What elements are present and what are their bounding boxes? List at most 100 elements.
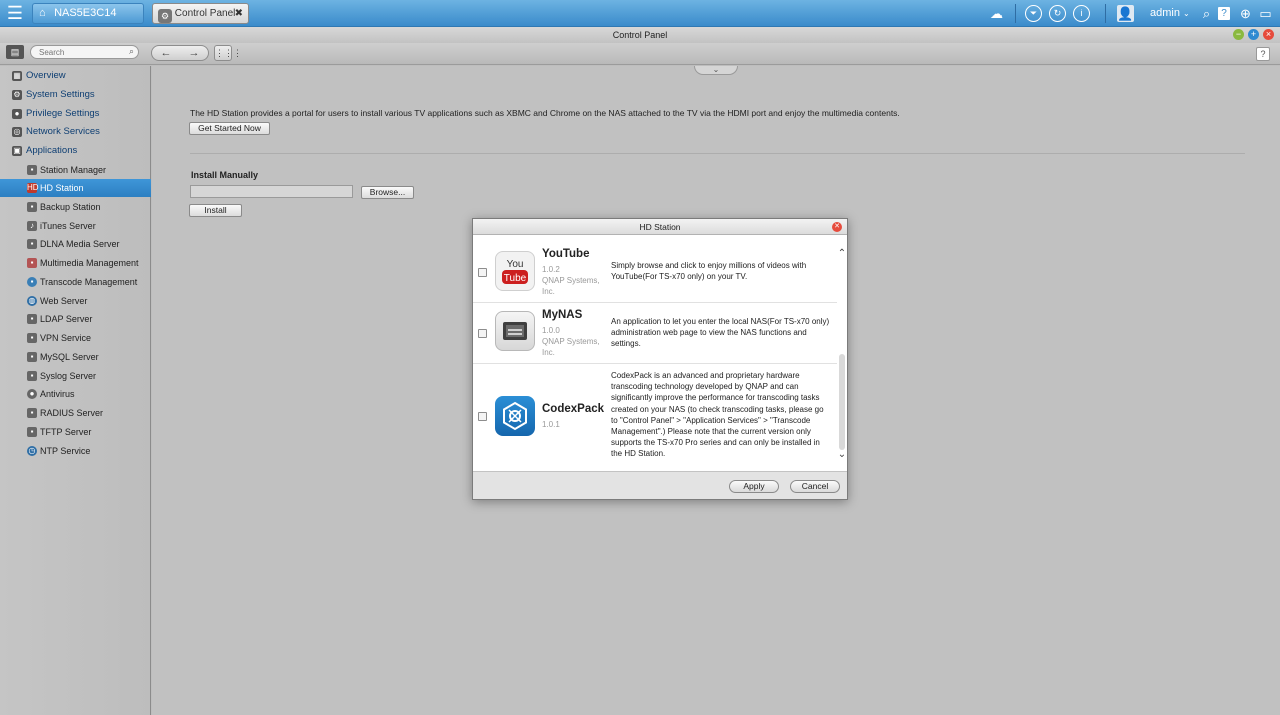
app-version: 1.0.0 (542, 326, 560, 335)
sidebar-item-mysql-server[interactable]: ▪ MySQL Server (0, 348, 151, 366)
overview-icon: ▦ (12, 71, 22, 81)
cloud-icon[interactable]: ☁ (988, 5, 1005, 22)
list-item: You Tube YouTube 1.0.2 QNAP Systems, Inc… (473, 242, 837, 303)
radius-icon: ▪ (27, 408, 37, 418)
sidebar-item-antivirus[interactable]: ● Antivirus (0, 385, 151, 403)
cancel-button[interactable]: Cancel (790, 480, 840, 493)
list-item: MyNAS 1.0.0 QNAP Systems, Inc. An applic… (473, 303, 837, 364)
search-icon[interactable]: ⌕ (129, 46, 134, 57)
control-panel-tab[interactable]: ⚙ Control Panel ✖ (152, 3, 249, 24)
sidebar-item-system-settings[interactable]: ⚙ System Settings (0, 86, 151, 104)
main-menu-icon[interactable]: ☰ (4, 3, 26, 23)
vpn-icon: ▪ (27, 333, 37, 343)
sidebar-item-web-server[interactable]: ◍ Web Server (0, 292, 151, 310)
list-item: CodexPack 1.0.1 CodexPack is an advanced… (473, 364, 837, 470)
help-icon[interactable]: ? (1256, 47, 1270, 61)
display-icon[interactable]: ▭ (1257, 5, 1274, 22)
sidebar-item-transcode-management[interactable]: ▪ Transcode Management (0, 273, 151, 291)
help-icon[interactable]: ? (1218, 7, 1230, 20)
apply-button[interactable]: Apply (729, 480, 779, 493)
install-file-input[interactable] (190, 185, 353, 198)
ntp-icon: ◷ (27, 446, 37, 456)
username: admin (1150, 7, 1180, 19)
collapse-toggle-icon[interactable]: ⌄ (694, 66, 738, 75)
sidebar-item-vpn-service[interactable]: ▪ VPN Service (0, 329, 151, 347)
station-manager-icon: ▪ (27, 165, 37, 175)
scroll-up-icon[interactable]: ⌃ (837, 249, 847, 259)
hd-station-icon: HD (27, 183, 39, 193)
window-title: Control Panel (612, 30, 668, 40)
install-button[interactable]: Install (189, 204, 242, 217)
applications-icon: ▣ (12, 146, 22, 156)
sidebar-item-dlna-media-server[interactable]: ▪ DLNA Media Server (0, 235, 151, 253)
sidebar-item-station-manager[interactable]: ▪ Station Manager (0, 161, 151, 179)
hd-station-dialog: HD Station ✕ You Tube YouTube 1.0.2 QNAP… (472, 218, 848, 500)
sidebar-item-network-services[interactable]: ◎ Network Services (0, 123, 151, 141)
mysql-icon: ▪ (27, 352, 37, 362)
maximize-icon[interactable]: + (1248, 29, 1259, 40)
hd-station-intro: The HD Station provides a portal for use… (190, 108, 900, 118)
control-panel-icon: ⚙ (158, 9, 172, 23)
search-icon[interactable]: ⌕ (1198, 5, 1215, 22)
sidebar-item-hd-station[interactable]: HD HD Station (0, 179, 151, 197)
sidebar-item-multimedia-management[interactable]: ▪ Multimedia Management (0, 254, 151, 272)
device-name: NAS5E3C14 (54, 7, 117, 19)
language-icon[interactable]: ⊕ (1237, 5, 1254, 22)
sidebar-item-radius-server[interactable]: ▪ RADIUS Server (0, 404, 151, 422)
divider (190, 153, 1245, 154)
sidebar-item-ntp-service[interactable]: ◷ NTP Service (0, 442, 151, 460)
get-started-button[interactable]: Get Started Now (189, 122, 270, 135)
user-menu[interactable]: admin ⌄ (1150, 7, 1190, 19)
forward-arrow-icon[interactable]: → (180, 46, 208, 60)
svg-text:You: You (507, 259, 524, 270)
search-box[interactable]: ⌕ (30, 45, 139, 59)
avatar[interactable]: 👤 (1117, 5, 1134, 22)
close-window-icon[interactable]: × (1263, 29, 1274, 40)
sync-icon[interactable]: ↻ (1049, 5, 1066, 22)
background-tasks-icon[interactable]: ⏷ (1025, 5, 1042, 22)
dialog-title-bar: HD Station ✕ (473, 219, 847, 235)
sidebar-item-syslog-server[interactable]: ▪ Syslog Server (0, 367, 151, 385)
window-title-bar: Control Panel − + × (0, 27, 1280, 43)
browse-button[interactable]: Browse... (361, 186, 414, 199)
back-arrow-icon[interactable]: ← (152, 46, 180, 60)
network-icon: ◎ (12, 127, 22, 137)
app-version: 1.0.1 (542, 420, 560, 429)
dlna-icon: ▪ (27, 239, 37, 249)
sidebar-item-itunes-server[interactable]: ♪ iTunes Server (0, 217, 151, 235)
sidebar-item-tftp-server[interactable]: ▪ TFTP Server (0, 423, 151, 441)
grid-view-icon[interactable]: ⋮⋮⋮ (214, 45, 242, 61)
minimize-icon[interactable]: − (1233, 29, 1244, 40)
sidebar-item-backup-station[interactable]: ▪ Backup Station (0, 198, 151, 216)
nav-buttons: ← → (151, 45, 209, 61)
app-description: Simply browse and click to enjoy million… (611, 261, 807, 282)
dialog-scrollbar[interactable]: ⌃ ⌄ (837, 242, 847, 470)
scroll-thumb[interactable] (839, 354, 845, 450)
sidebar-item-privilege-settings[interactable]: ● Privilege Settings (0, 105, 151, 123)
app-name: MyNAS (542, 309, 583, 321)
close-tab-icon[interactable]: ✖ (235, 4, 243, 23)
app-checkbox-codexpack[interactable] (478, 412, 487, 421)
gear-icon: ⚙ (12, 90, 22, 100)
sidebar-item-applications[interactable]: ▣ Applications (0, 142, 151, 160)
app-checkbox-youtube[interactable] (478, 268, 487, 277)
youtube-icon: You Tube (495, 251, 535, 291)
home-icon: ⌂ (39, 7, 46, 19)
multimedia-icon: ▪ (27, 258, 37, 268)
antivirus-icon: ● (27, 389, 37, 399)
app-name: CodexPack (542, 403, 605, 415)
search-input[interactable] (39, 46, 124, 58)
home-tab[interactable]: ⌂ NAS5E3C14 (32, 3, 144, 24)
info-icon[interactable]: i (1073, 5, 1090, 22)
syslog-icon: ▪ (27, 371, 37, 381)
app-version: 1.0.2 (542, 265, 560, 274)
close-dialog-icon[interactable]: ✕ (832, 222, 842, 232)
globe-icon: ◍ (27, 296, 37, 306)
app-checkbox-mynas[interactable] (478, 329, 487, 338)
sidebar-toggle-icon[interactable]: ▤ (6, 45, 24, 59)
scroll-down-icon[interactable]: ⌄ (837, 450, 847, 460)
sidebar-item-overview[interactable]: ▦ Overview (0, 67, 151, 85)
sidebar-item-ldap-server[interactable]: ▪ LDAP Server (0, 310, 151, 328)
app-list: You Tube YouTube 1.0.2 QNAP Systems, Inc… (473, 242, 837, 470)
dialog-footer: Apply Cancel (473, 471, 847, 499)
